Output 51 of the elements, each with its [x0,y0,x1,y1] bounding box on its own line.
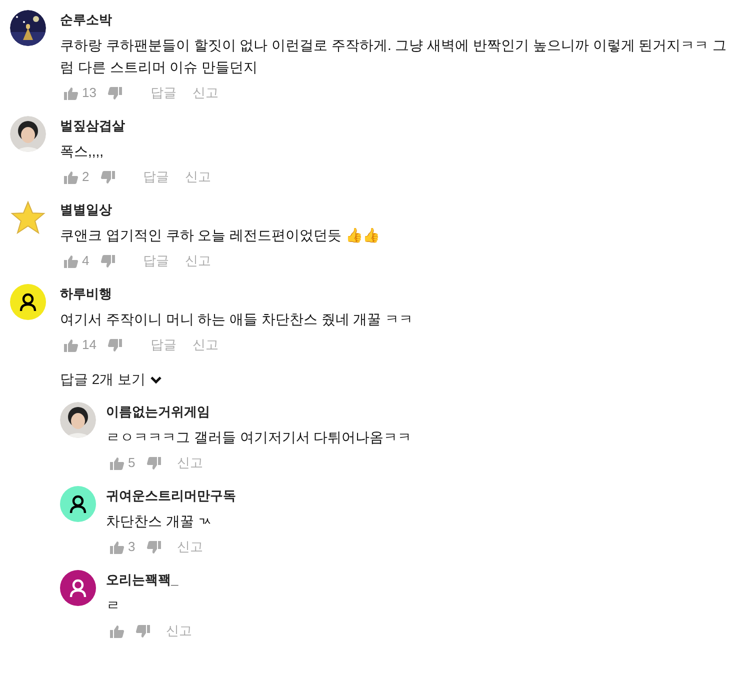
thumbs-down-icon[interactable] [147,540,162,554]
author-name[interactable]: 순루소박 [60,10,730,30]
reply-link[interactable]: 답글 [143,251,170,271]
report-link[interactable]: 신고 [185,167,212,187]
reply-link[interactable]: 답글 [150,335,176,355]
thumbs-up-icon[interactable] [64,170,78,184]
like-count: 5 [128,454,136,472]
author-name[interactable]: 하루비행 [60,284,730,304]
thumbs-down-icon[interactable] [136,624,150,638]
thumbs-down-icon[interactable] [108,338,122,352]
report-link[interactable]: 신고 [192,335,218,355]
thumbs-down-icon[interactable] [147,456,162,470]
reply-link[interactable]: 답글 [150,83,176,103]
thumbs-up-icon[interactable] [64,86,78,100]
person-icon [18,292,38,312]
show-replies-button[interactable]: 답글 2개 보기 [60,369,162,390]
thumbs-up-icon[interactable] [110,456,124,470]
report-link[interactable]: 신고 [166,621,192,641]
comment-text: 여기서 주작이니 머니 하는 애들 차단찬스 줬네 개꿀 ㅋㅋ [60,310,414,329]
comment-text: 쿠앤크 엽기적인 쿠하 오늘 레전드편이었던듯 👍👍 [60,226,380,245]
thumbs-up-icon[interactable] [64,338,78,352]
author-name[interactable]: 오리는꽥꽥_ [106,570,730,590]
report-link[interactable]: 신고 [177,453,204,473]
report-link[interactable]: 신고 [185,251,212,271]
author-name[interactable]: 귀여운스트리머만구독 [106,486,730,506]
thumbs-up-icon[interactable] [64,254,78,268]
reply-link[interactable]: 답글 [143,167,170,187]
comment-text: 차단찬스 개꿀 ㄳ [106,512,213,531]
author-name[interactable]: 벌짚삼겹살 [60,116,730,136]
thumbs-down-icon[interactable] [101,170,116,184]
star-icon [10,200,46,236]
like-count: 4 [82,252,90,270]
thumbs-down-icon[interactable] [101,254,116,268]
like-count: 3 [128,538,136,556]
author-name[interactable]: 별별일상 [60,200,730,220]
like-count: 13 [82,84,96,102]
comment-text: ㄹ [106,596,121,615]
comment-text: 폭스,,,, [60,142,105,161]
like-count: 14 [82,336,96,354]
comment-text: ㄹㅇㅋㅋㅋ그 갤러들 여기저기서 다튀어나옴ㅋㅋ [106,428,413,447]
thumbs-down-icon[interactable] [108,86,122,100]
thumbs-up-icon[interactable] [110,624,124,638]
chevron-down-icon [150,376,162,384]
thumbs-up-icon[interactable] [110,540,124,554]
author-name[interactable]: 이름없는거위게임 [106,402,730,422]
report-link[interactable]: 신고 [177,537,204,557]
person-icon [68,494,88,514]
like-count: 2 [82,168,90,186]
comment-text: 쿠하랑 쿠하팬분들이 할짓이 없나 이런걸로 주작하게. 그냥 새벽에 반짝인기 높으니까 이렇게 된거지ㅋㅋ 그럼 다른 스트리머 이슈 만들던지 [60,36,728,77]
report-link[interactable]: 신고 [192,83,218,103]
person-icon [68,578,88,598]
